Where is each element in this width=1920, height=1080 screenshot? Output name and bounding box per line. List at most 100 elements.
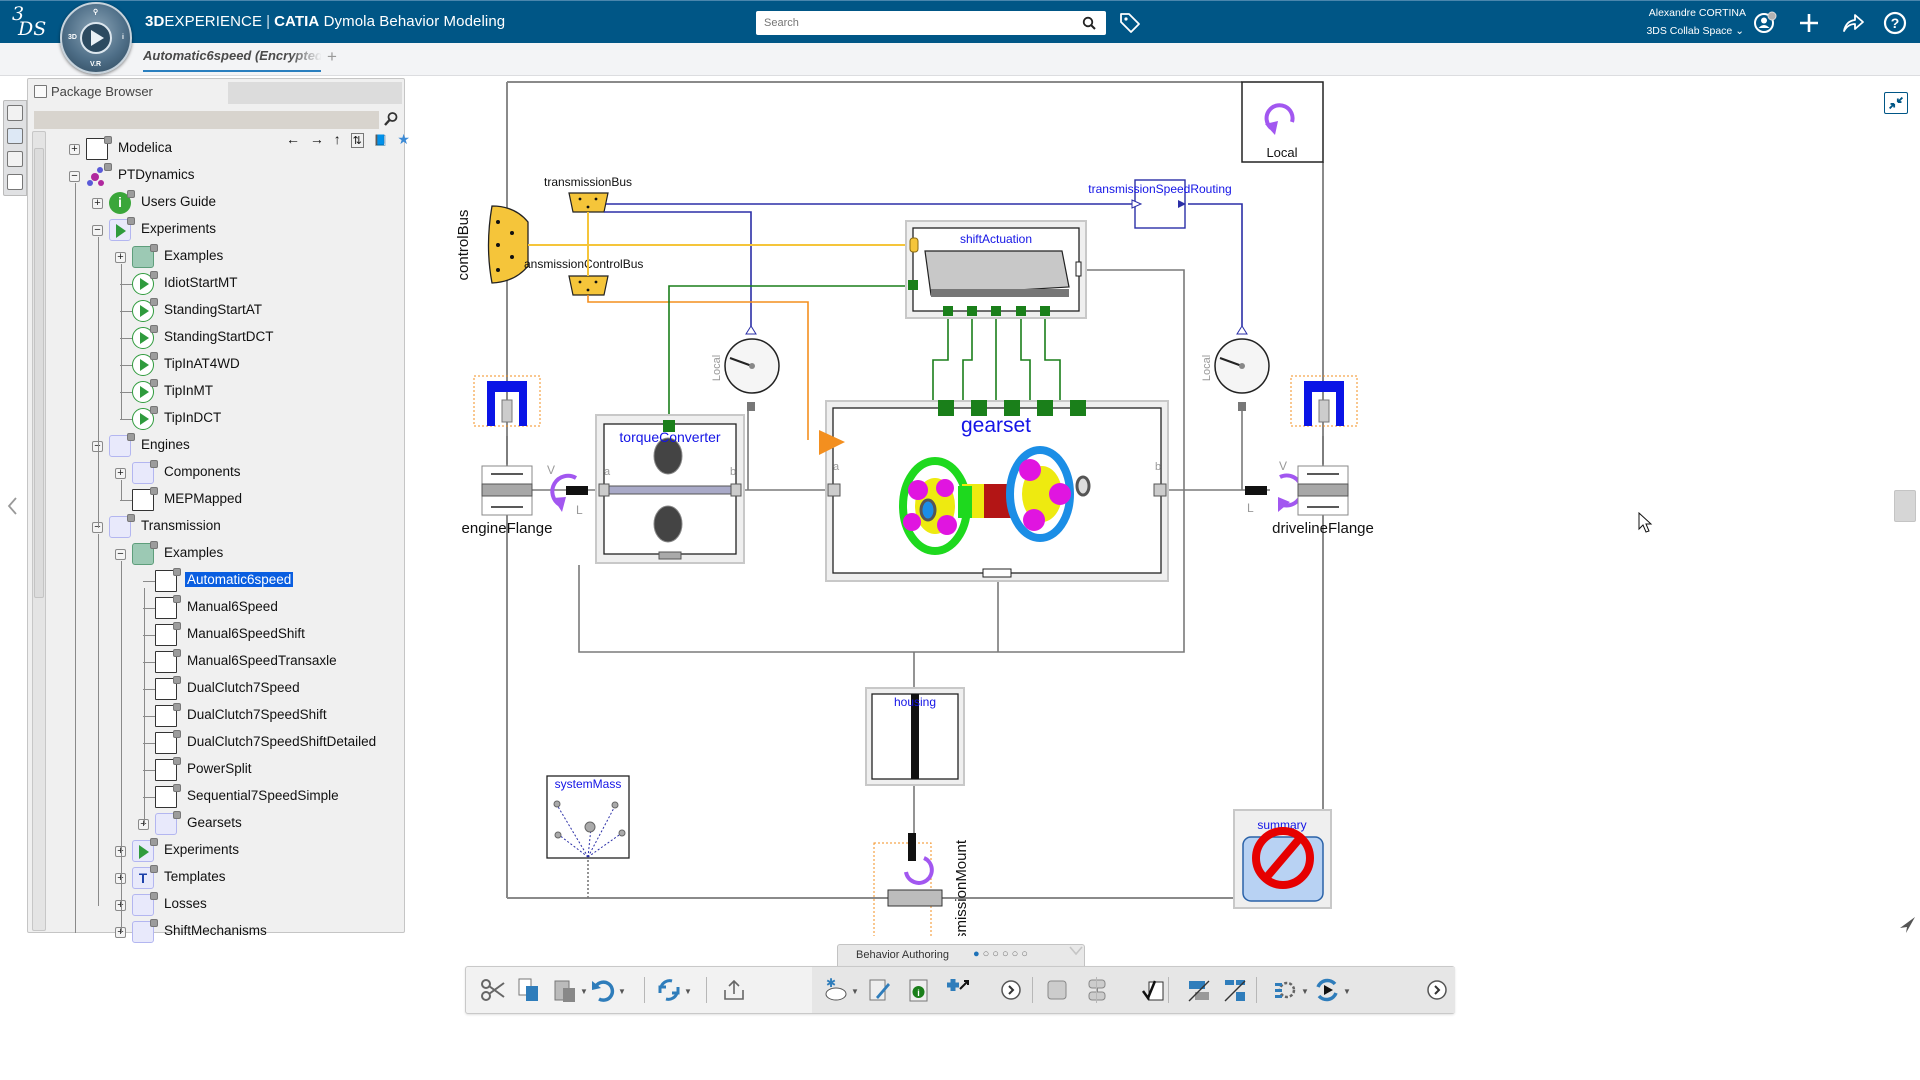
- package-browser-header-fill: [228, 82, 402, 104]
- collapse-left-icon[interactable]: [6, 496, 18, 516]
- tree-expander[interactable]: +: [115, 252, 126, 263]
- speed-sensor-right[interactable]: Local: [1201, 325, 1270, 411]
- system-mass[interactable]: systemMass: [546, 775, 630, 859]
- find-icon[interactable]: [383, 111, 399, 127]
- collab-space-selector[interactable]: 3DS Collab Space ⌄: [1620, 25, 1744, 37]
- control-bus[interactable]: controlBus: [455, 205, 529, 284]
- connector-block-icon[interactable]: [1084, 977, 1110, 1003]
- export-icon[interactable]: [721, 977, 747, 1003]
- collapse-icon[interactable]: [1884, 92, 1908, 114]
- tree-item-label: IdiotStartMT: [164, 275, 238, 290]
- summary[interactable]: summary: [1233, 809, 1332, 909]
- copy-icon[interactable]: [516, 977, 542, 1003]
- refresh-dropdown-icon[interactable]: ▼: [684, 987, 692, 996]
- model-diagram-canvas[interactable]: Local controlBus transmissionBus ansmiss…: [440, 76, 1880, 936]
- settings-dropdown-icon[interactable]: ▼: [1301, 987, 1309, 996]
- block-icon[interactable]: [1044, 977, 1070, 1003]
- new-component-dropdown-icon[interactable]: ▼: [851, 987, 859, 996]
- transmission-bus[interactable]: transmissionBus: [544, 175, 632, 213]
- rotation-sensor-engine[interactable]: V L: [547, 463, 588, 517]
- library-icon[interactable]: 📘: [374, 134, 388, 147]
- package-browser-panel: Package Browser ← → ↑ ⇅ 📘 ★ + Modelica − PT…: [27, 78, 410, 943]
- tree-expander[interactable]: +: [92, 198, 103, 209]
- up-icon[interactable]: ↑: [334, 131, 341, 147]
- check-icon[interactable]: [1140, 977, 1166, 1003]
- add-tab-button[interactable]: +: [327, 47, 337, 67]
- simulate-dropdown-icon[interactable]: ▼: [1343, 987, 1351, 996]
- separator: [1168, 977, 1169, 1003]
- user-icon[interactable]: [1752, 10, 1778, 36]
- speed-sensor-left[interactable]: Local: [711, 325, 780, 411]
- section-pager[interactable]: ●○○○○○: [973, 948, 1031, 960]
- lock-icon: [127, 433, 135, 441]
- side-tab-component-icon[interactable]: [7, 128, 23, 144]
- 3ds-logo-icon[interactable]: 3 DS: [12, 5, 46, 39]
- back-icon[interactable]: ←: [286, 131, 300, 147]
- help-icon[interactable]: ?: [1882, 10, 1908, 36]
- tree-line: [143, 581, 155, 582]
- tree-item-label: StandingStartDCT: [164, 329, 274, 344]
- torque-converter[interactable]: torqueConverter a b: [595, 414, 745, 564]
- compass-widget[interactable]: ⚲ 3D i V.R: [60, 2, 132, 74]
- tree-line: [98, 237, 99, 528]
- forward-icon[interactable]: →: [310, 131, 324, 147]
- add-connector-icon[interactable]: [944, 977, 970, 1003]
- rotation-sensor-driveline[interactable]: V L: [1245, 459, 1304, 515]
- housing[interactable]: housing: [865, 687, 965, 786]
- search-icon[interactable]: [1082, 16, 1096, 30]
- cut-icon[interactable]: [480, 977, 506, 1003]
- favorite-icon[interactable]: ★: [397, 131, 410, 148]
- mapping-3d-icon[interactable]: [1222, 977, 1248, 1003]
- app-name: Dymola Behavior Modeling: [323, 13, 506, 30]
- package-filter-input[interactable]: [34, 111, 379, 129]
- user-name[interactable]: Alexandre CORTINA: [1626, 7, 1746, 19]
- more-chevron-icon[interactable]: [998, 977, 1024, 1003]
- scrollbar-thumb[interactable]: [34, 148, 44, 598]
- port-a-label: a: [604, 466, 611, 478]
- housing-label: housing: [894, 695, 936, 709]
- model-info-icon[interactable]: i: [906, 977, 932, 1003]
- more-chevron-icon[interactable]: [1424, 977, 1450, 1003]
- settings-icon[interactable]: [1272, 977, 1298, 1003]
- transmission-mount[interactable]: smissionMount: [873, 833, 970, 936]
- lock-icon: [173, 676, 181, 684]
- undo-icon[interactable]: [590, 977, 616, 1003]
- gearset[interactable]: gearset a b: [819, 400, 1169, 582]
- pointer-tool-icon[interactable]: [1898, 916, 1916, 934]
- edit-model-icon[interactable]: [866, 977, 892, 1003]
- search-input[interactable]: [764, 14, 1064, 32]
- tree-expander[interactable]: −: [115, 549, 126, 560]
- paste-dropdown-icon[interactable]: ▼: [580, 987, 588, 996]
- tree-line: [121, 480, 122, 501]
- add-icon[interactable]: [1796, 10, 1822, 36]
- side-tab-diagram-icon[interactable]: [7, 151, 23, 167]
- transmission-mount-label: smissionMount: [953, 839, 970, 936]
- chevron-down-icon[interactable]: [1068, 944, 1084, 958]
- mount-left[interactable]: [473, 375, 541, 427]
- tree-item-label: Manual6SpeedTransaxle: [187, 653, 337, 668]
- tree-expander[interactable]: −: [92, 225, 103, 236]
- behavior-authoring-tab[interactable]: Behavior Authoring ●○○○○○: [837, 944, 1085, 966]
- tree-expander[interactable]: +: [69, 144, 80, 155]
- paste-icon[interactable]: [552, 977, 578, 1003]
- engine-flange[interactable]: engineFlange: [462, 465, 553, 537]
- right-panel-toggle[interactable]: [1894, 490, 1916, 522]
- shift-actuation[interactable]: shiftActuation: [905, 220, 1087, 319]
- side-tab-strip: [3, 100, 27, 196]
- simulate-icon[interactable]: [1314, 977, 1340, 1003]
- tree-expander[interactable]: −: [69, 171, 80, 182]
- tag-icon[interactable]: [1118, 11, 1142, 35]
- mapping-icon[interactable]: [1186, 977, 1212, 1003]
- local-frame[interactable]: Local: [1241, 81, 1324, 163]
- undo-dropdown-icon[interactable]: ▼: [618, 987, 626, 996]
- package-browser-scrollbar[interactable]: [32, 131, 46, 931]
- refresh-icon[interactable]: [656, 977, 682, 1003]
- new-component-icon[interactable]: ✱: [822, 977, 848, 1003]
- transmission-control-bus[interactable]: ansmissionControlBus: [524, 257, 643, 296]
- tree-expander[interactable]: +: [115, 468, 126, 479]
- side-tab-browser-icon[interactable]: [7, 174, 23, 190]
- sort-icon[interactable]: ⇅: [350, 133, 364, 148]
- share-icon[interactable]: [1840, 10, 1866, 36]
- side-tab-tree-icon[interactable]: [7, 105, 23, 121]
- mount-right[interactable]: [1290, 375, 1358, 427]
